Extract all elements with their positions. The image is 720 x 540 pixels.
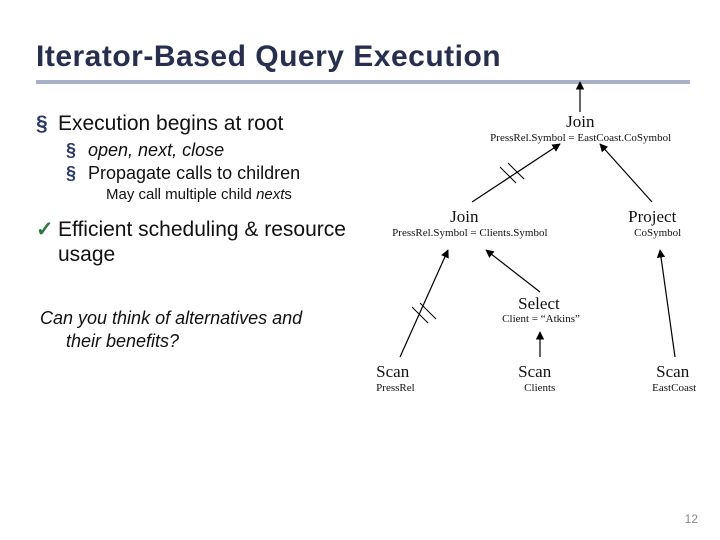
node-scan2: Scan: [518, 362, 551, 382]
left-column: Execution begins at root open, next, clo…: [36, 112, 390, 442]
bullet-root: Execution begins at root: [36, 112, 384, 136]
bullet-efficient: Efficient scheduling & resource usage: [36, 217, 384, 267]
bullet-open: open, next, close: [66, 140, 384, 161]
node-project: Project: [628, 207, 676, 227]
sub-project: CoSymbol: [634, 227, 681, 239]
node-join-left: Join: [450, 207, 478, 227]
page-number: 12: [685, 512, 698, 526]
node-select: Select: [518, 294, 560, 314]
bullet-may: May call multiple child nexts: [106, 186, 384, 203]
tree-diagram: Join PressRel.Symbol = EastCoast.CoSymbo…: [390, 112, 690, 442]
question-text: Can you think of alternatives and their …: [36, 307, 384, 352]
cond-select: Client = “Atkins”: [502, 313, 580, 325]
title-rule: [36, 80, 690, 84]
bullet-propagate: Propagate calls to children: [66, 163, 384, 184]
sub-scan3: EastCoast: [652, 382, 696, 394]
node-scan3: Scan: [656, 362, 689, 382]
sub-scan1: PressRel: [376, 382, 415, 394]
sub-scan2: Clients: [524, 382, 555, 394]
node-scan1: Scan: [376, 362, 409, 382]
node-join-top: Join: [566, 112, 594, 132]
cond-join-left: PressRel.Symbol = Clients.Symbol: [392, 227, 547, 239]
slide-title: Iterator-Based Query Execution: [36, 40, 690, 74]
cond-join-top: PressRel.Symbol = EastCoast.CoSymbol: [490, 132, 671, 144]
